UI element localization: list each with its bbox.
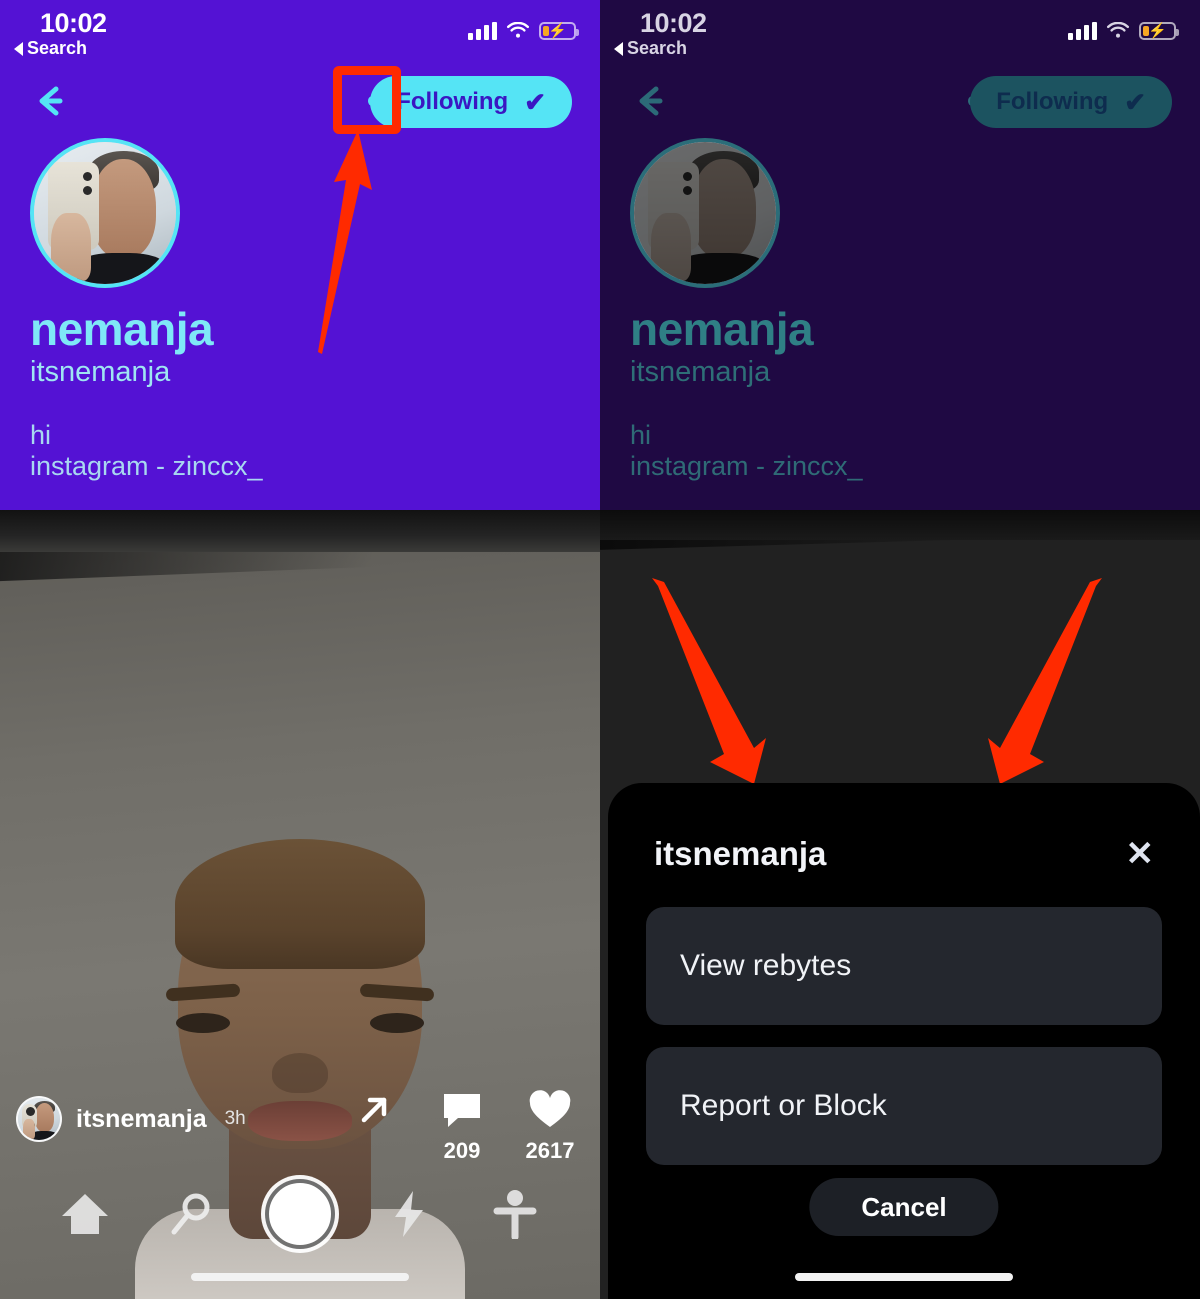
person-icon[interactable]	[487, 1186, 543, 1242]
comment-button[interactable]: 209	[430, 1090, 494, 1164]
action-sheet-item-view-rebytes[interactable]: View rebytes	[646, 907, 1162, 1025]
panel-video-feed: itsnemanja 3h 209 2617	[0, 510, 600, 1299]
bio-line-1: hi	[30, 420, 52, 450]
action-sheet-header: itsnemanja ✕	[646, 823, 1162, 885]
cancel-button[interactable]: Cancel	[809, 1178, 999, 1236]
back-triangle-icon	[614, 41, 623, 56]
profile-handle: itsnemanja	[30, 356, 171, 388]
panel-profile-dimmed: 10:02 Search ⚡ Following ✔ nemanja itsne…	[600, 0, 1200, 510]
profile-bio: hi instagram - zinccx_	[30, 420, 263, 482]
comment-count: 209	[443, 1138, 481, 1163]
bottom-tab-bar	[0, 1171, 600, 1257]
profile-bio-dim: hi instagram - zinccx_	[630, 420, 863, 482]
share-button[interactable]	[342, 1090, 406, 1134]
home-indicator	[795, 1273, 1013, 1281]
list-item-label: Report or Block	[680, 1089, 887, 1122]
video-overlay: itsnemanja 3h 209 2617	[0, 510, 600, 1299]
battery-charging-icon: ⚡	[539, 22, 579, 40]
home-icon[interactable]	[57, 1186, 113, 1242]
video-author-handle: itsnemanja	[76, 1104, 207, 1133]
page-title-dim: nemanja	[630, 303, 814, 355]
status-bar-back-to-app-dim[interactable]: Search	[614, 38, 687, 59]
battery-charging-icon: ⚡	[1139, 22, 1179, 40]
following-label: Following	[996, 88, 1109, 115]
share-arrow-icon	[342, 1090, 406, 1134]
status-bar-indicators-dim: ⚡	[1068, 21, 1179, 40]
status-bar-back-label: Search	[27, 38, 88, 58]
wifi-icon	[506, 21, 530, 40]
avatar-image	[634, 142, 776, 284]
back-arrow-icon[interactable]	[630, 80, 672, 122]
status-bar: 10:02 Search ⚡	[0, 0, 600, 62]
video-timestamp: 3h	[224, 1108, 246, 1129]
like-button[interactable]: 2617	[518, 1090, 582, 1164]
profile-nav-bar: Following ✔	[0, 74, 600, 130]
cellular-signal-icon	[468, 22, 497, 40]
status-bar-indicators: ⚡	[468, 21, 579, 40]
action-sheet-item-report-or-block[interactable]: Report or Block	[646, 1047, 1162, 1165]
like-count: 2617	[525, 1138, 575, 1163]
video-action-column: 209 2617	[342, 1090, 582, 1164]
comment-bubble-icon	[430, 1090, 494, 1134]
page-title: nemanja	[30, 303, 214, 355]
home-indicator	[191, 1273, 409, 1281]
avatar[interactable]	[16, 1096, 62, 1142]
profile-avatar[interactable]	[30, 138, 180, 288]
status-bar-back-to-app[interactable]: Search	[14, 38, 87, 59]
status-bar-time-dim: 10:02	[640, 8, 707, 38]
cellular-signal-icon	[1068, 22, 1097, 40]
back-triangle-icon	[14, 41, 23, 56]
status-bar-back-label-dim: Search	[627, 38, 688, 58]
profile-handle-dim: itsnemanja	[630, 356, 771, 388]
bio-line-2: instagram - zinccx_	[30, 450, 263, 481]
wifi-icon	[1106, 21, 1130, 40]
more-options-highlight	[333, 66, 401, 134]
check-icon: ✔	[524, 86, 546, 117]
check-icon: ✔	[1124, 86, 1146, 117]
status-bar-time: 10:02	[40, 8, 107, 38]
search-icon[interactable]	[163, 1186, 219, 1242]
action-sheet-title: itsnemanja	[654, 835, 827, 872]
following-button-dim[interactable]: Following ✔	[970, 76, 1172, 128]
back-arrow-icon[interactable]	[30, 80, 72, 122]
profile-nav-bar-dim: Following ✔	[600, 74, 1200, 130]
bio-line-2: instagram - zinccx_	[630, 450, 863, 481]
lightning-icon[interactable]	[381, 1186, 437, 1242]
avatar-image	[34, 142, 176, 284]
profile-avatar-dim[interactable]	[630, 138, 780, 288]
panel-profile-normal: 10:02 Search ⚡ Following ✔ nemanja itsne…	[0, 0, 600, 510]
close-x-icon[interactable]: ✕	[1126, 837, 1155, 871]
pointer-arrow-up	[318, 130, 372, 354]
screenshot-collage: 10:02 Search ⚡ Following ✔ nemanja itsne…	[0, 0, 1200, 1299]
video-author-row[interactable]: itsnemanja 3h	[16, 1096, 246, 1142]
avatar-image	[18, 1098, 60, 1140]
record-icon[interactable]	[269, 1183, 331, 1245]
action-sheet: itsnemanja ✕ View rebytes Report or Bloc…	[608, 783, 1200, 1299]
bio-line-1: hi	[630, 420, 652, 450]
following-label: Following	[396, 88, 509, 115]
status-bar-dim: 10:02 Search ⚡	[600, 0, 1200, 62]
list-item-label: View rebytes	[680, 949, 852, 982]
heart-icon	[518, 1090, 582, 1134]
panel-action-sheet: itsnemanja ✕ View rebytes Report or Bloc…	[600, 510, 1200, 1299]
